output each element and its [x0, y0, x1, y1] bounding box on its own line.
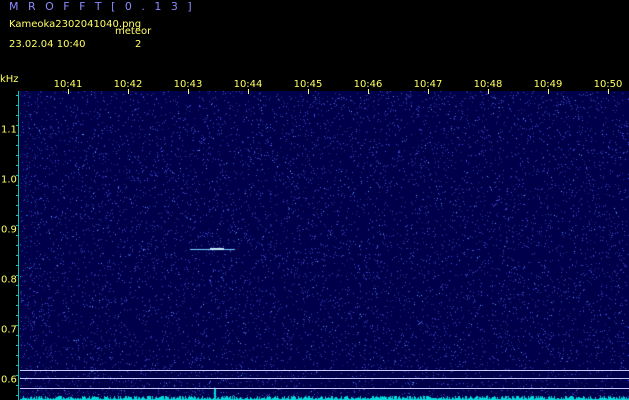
frequency-minor-tick	[16, 345, 19, 346]
time-tick-mark	[488, 89, 489, 94]
frequency-tick-label: 0.7	[1, 324, 17, 336]
frequency-tick-label: 0.6	[1, 374, 17, 386]
frequency-minor-tick	[16, 275, 19, 276]
frequency-minor-tick	[16, 295, 19, 296]
time-tick-mark	[428, 89, 429, 94]
time-tick-mark	[308, 89, 309, 94]
time-tick-mark	[128, 89, 129, 94]
meteor-count: 2	[135, 39, 142, 50]
frequency-minor-tick	[16, 235, 19, 236]
frequency-tick-label: 0.8	[1, 274, 17, 286]
frequency-minor-tick	[16, 355, 19, 356]
spectrogram-canvas	[20, 91, 629, 400]
frequency-minor-tick	[16, 265, 19, 266]
marker-line	[20, 378, 629, 379]
time-tick-mark	[68, 89, 69, 94]
datetime-label: 23.02.04 10:40	[9, 39, 86, 50]
frequency-minor-tick	[16, 185, 19, 186]
frequency-minor-tick	[16, 95, 19, 96]
frequency-minor-tick	[16, 335, 19, 336]
frequency-minor-tick	[16, 105, 19, 106]
frequency-minor-tick	[16, 385, 19, 386]
marker-line	[20, 388, 629, 389]
frequency-minor-tick	[16, 175, 19, 176]
frequency-minor-tick	[16, 115, 19, 116]
frequency-minor-tick	[16, 135, 19, 136]
marker-line	[20, 370, 629, 371]
frequency-minor-tick	[16, 375, 19, 376]
frequency-minor-tick	[16, 395, 19, 396]
spectrogram-panel[interactable]	[20, 91, 629, 400]
meteor-label: meteor	[115, 26, 152, 37]
frequency-tick-label: 1.0	[1, 174, 17, 186]
frequency-minor-tick	[16, 145, 19, 146]
frequency-minor-tick	[16, 315, 19, 316]
time-tick-mark	[368, 89, 369, 94]
frequency-unit-label: kHz	[0, 74, 19, 85]
frequency-minor-tick	[16, 195, 19, 196]
app-title: M R O F F T [ 0 . 1 3 ]	[9, 0, 195, 13]
frequency-minor-tick	[16, 245, 19, 246]
time-tick-mark	[188, 89, 189, 94]
frequency-minor-tick	[16, 125, 19, 126]
frequency-tick-label: 1.1	[1, 124, 17, 136]
frequency-minor-tick	[16, 255, 19, 256]
frequency-minor-tick	[16, 325, 19, 326]
time-tick-mark	[548, 89, 549, 94]
frequency-minor-tick	[16, 285, 19, 286]
frequency-minor-tick	[16, 305, 19, 306]
frequency-minor-tick	[16, 215, 19, 216]
time-tick-mark	[608, 89, 609, 94]
frequency-tick-label: 0.9	[1, 224, 17, 236]
frequency-minor-tick	[16, 155, 19, 156]
frequency-minor-tick	[16, 225, 19, 226]
frequency-minor-tick	[16, 365, 19, 366]
frequency-minor-tick	[16, 205, 19, 206]
time-tick-mark	[248, 89, 249, 94]
frequency-minor-tick	[16, 165, 19, 166]
